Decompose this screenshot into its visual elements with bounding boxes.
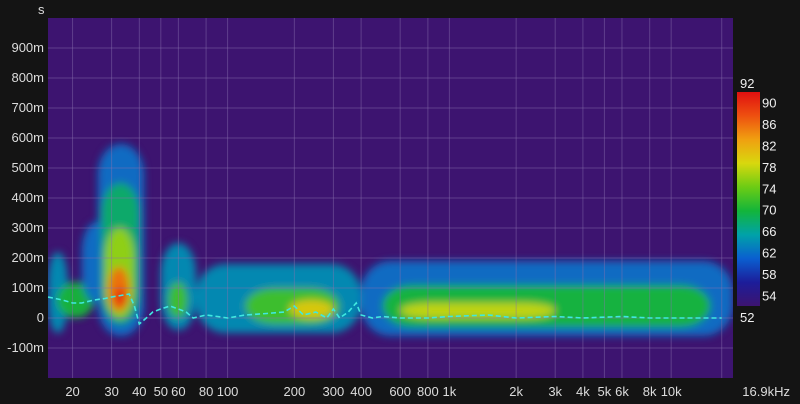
x-tick-label-19: 10k (661, 384, 682, 399)
colorbar-tick-label-5: 70 (762, 203, 776, 218)
colorbar-min-label: 52 (740, 310, 754, 325)
colorbar-tick-label-3: 78 (762, 160, 776, 175)
y-axis-label: s (38, 2, 45, 17)
x-tick-label-10: 600 (389, 384, 411, 399)
x-tick-label-20: 16.9kHz (742, 384, 790, 399)
colorbar-max-label: 92 (740, 76, 754, 91)
colorbar-tick-label-7: 62 (762, 246, 776, 261)
y-tick-label-1: 800m (11, 70, 44, 85)
x-tick-labels: 20 30 40 50 60 80 100 200 300 400 600 800 1k 2k 3k 4k 5k… (65, 384, 790, 399)
colorbar-ticks: 90 86 82 78 74 70 66 62 58 54 (762, 96, 776, 304)
y-tick-label-10: -100m (7, 340, 44, 355)
x-tick-label-8: 300 (323, 384, 345, 399)
x-tick-label-17: 6k (615, 384, 629, 399)
x-tick-label-14: 3k (548, 384, 562, 399)
x-tick-label-12: 1k (443, 384, 457, 399)
spectrogram-chart: s 900m 800m 700m 600m 500m 400m 300m 200m 100m 0 -… (7, 2, 790, 399)
colorbar-gradient (737, 92, 760, 306)
x-tick-label-16: 5k (598, 384, 612, 399)
y-tick-label-4: 500m (11, 160, 44, 175)
x-tick-label-18: 8k (643, 384, 657, 399)
x-tick-label-11: 800 (417, 384, 439, 399)
y-tick-label-3: 600m (11, 130, 44, 145)
x-tick-label-0: 20 (65, 384, 79, 399)
colorbar-tick-label-0: 90 (762, 96, 776, 111)
y-tick-label-7: 200m (11, 250, 44, 265)
colorbar-tick-label-2: 82 (762, 139, 776, 154)
colorbar-tick-label-1: 86 (762, 117, 776, 132)
y-tick-label-8: 100m (11, 280, 44, 295)
heatmap-region-15 (400, 303, 556, 318)
y-tick-label-2: 700m (11, 100, 44, 115)
x-tick-label-3: 50 (154, 384, 168, 399)
y-tick-label-0: 900m (11, 40, 44, 55)
heatmap-region-7 (114, 288, 127, 306)
colorbar: 92 52 90 86 82 78 74 70 66 62 58 54 (737, 76, 776, 325)
x-tick-label-4: 60 (171, 384, 185, 399)
x-tick-label-9: 400 (350, 384, 372, 399)
x-tick-label-15: 4k (576, 384, 590, 399)
x-tick-label-7: 200 (283, 384, 305, 399)
y-tick-labels: 900m 800m 700m 600m 500m 400m 300m 200m 100m 0 -10… (7, 40, 44, 355)
x-tick-label-5: 80 (199, 384, 213, 399)
colorbar-tick-label-4: 74 (762, 181, 776, 196)
heatmap-region-12 (289, 300, 334, 318)
y-tick-label-9: 0 (37, 310, 44, 325)
x-tick-label-1: 30 (104, 384, 118, 399)
x-tick-label-2: 40 (132, 384, 146, 399)
colorbar-tick-label-9: 54 (762, 288, 776, 303)
y-tick-label-5: 400m (11, 190, 44, 205)
colorbar-tick-label-8: 58 (762, 267, 776, 282)
x-tick-label-6: 100 (217, 384, 239, 399)
colorbar-tick-label-6: 66 (762, 224, 776, 239)
y-tick-label-6: 300m (11, 220, 44, 235)
x-tick-label-13: 2k (509, 384, 523, 399)
